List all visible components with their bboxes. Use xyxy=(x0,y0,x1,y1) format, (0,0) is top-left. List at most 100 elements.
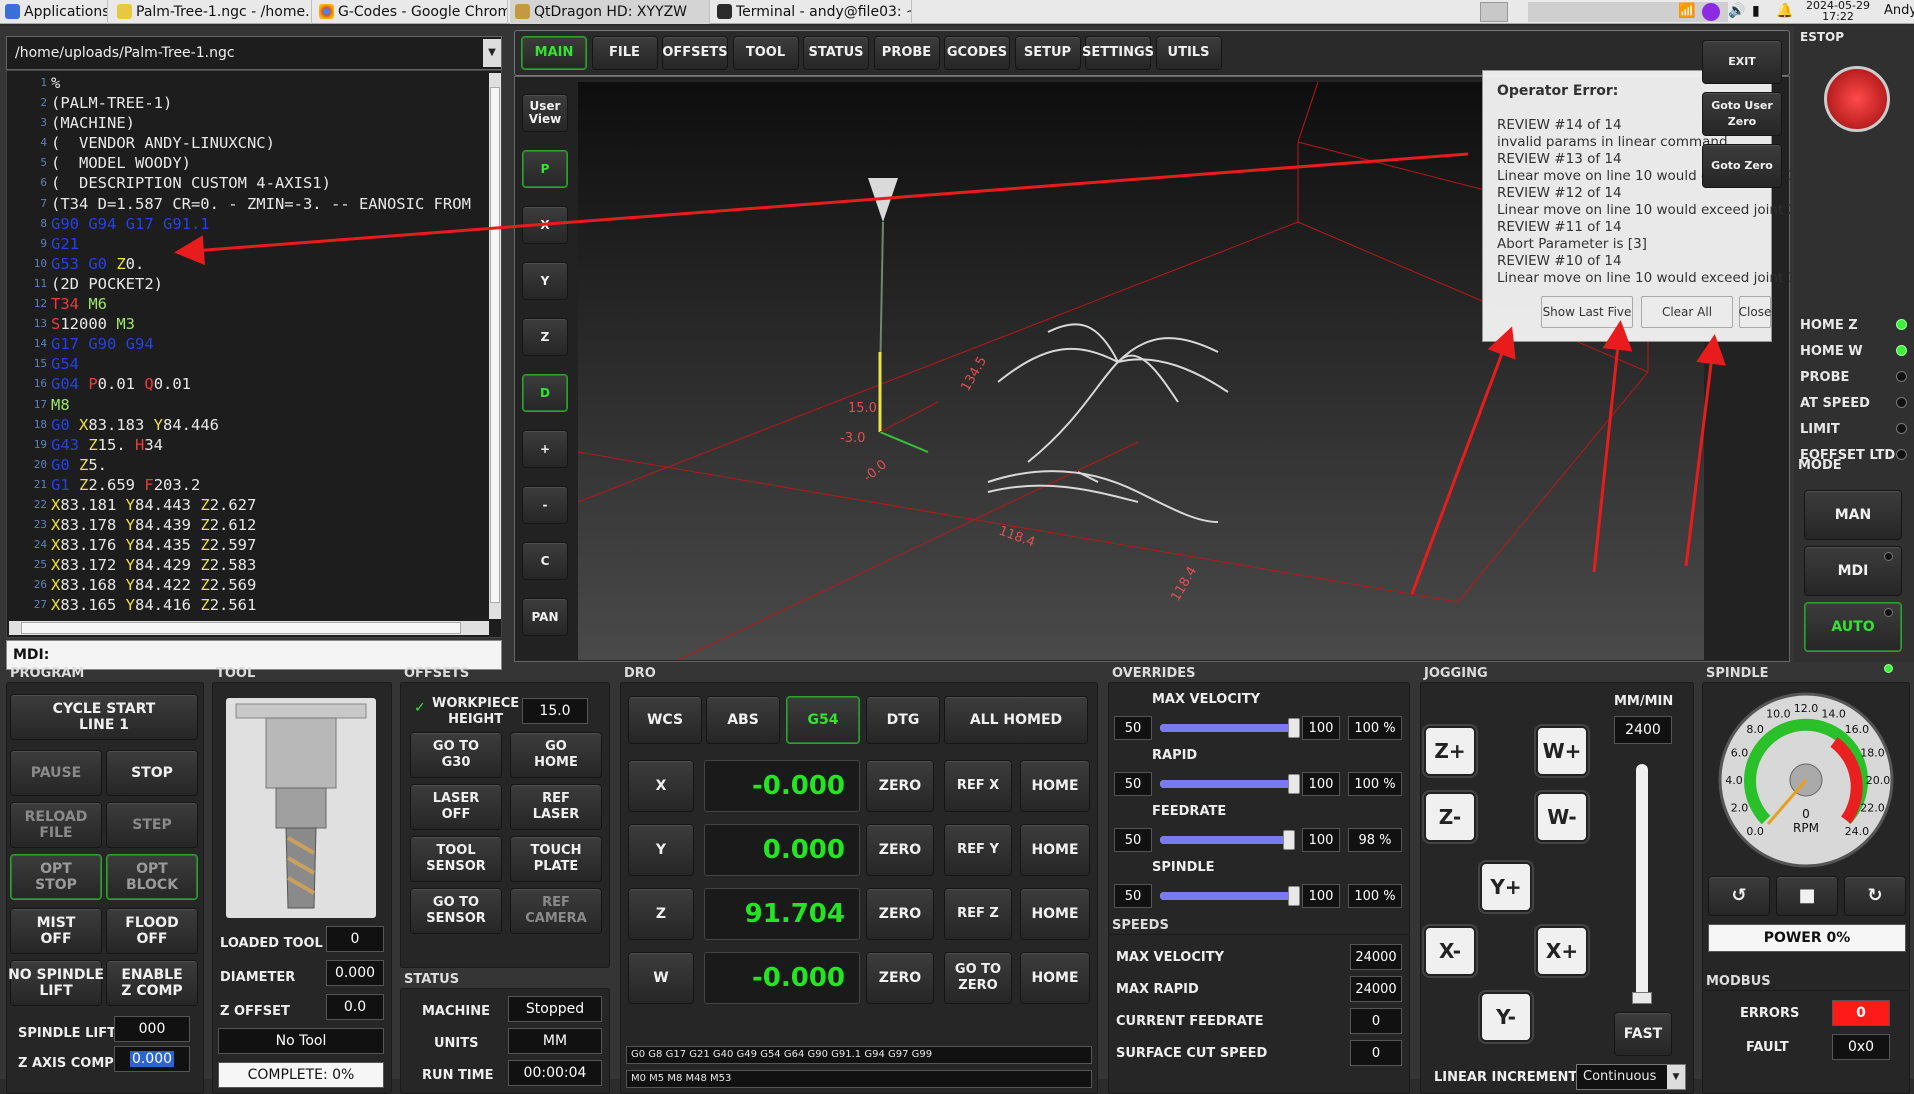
gcode-line[interactable]: 21 G1 Z2.659 F203.2 xyxy=(9,475,487,495)
taskbar-window-editor[interactable]: Palm-Tree-1.ngc - /home... xyxy=(112,0,312,24)
ref-w-button[interactable]: GO TO ZERO xyxy=(944,952,1012,1004)
gcode-editor[interactable]: 1% 2 (PALM-TREE-1) 3 (MACHINE) 4 ( VENDOR ANDY… xyxy=(9,73,487,617)
tab-setup[interactable]: SETUP xyxy=(1014,36,1081,70)
gcode-line[interactable]: 11 (2D POCKET2) xyxy=(9,274,487,294)
opt-block-button[interactable]: OPT BLOCK xyxy=(106,854,198,900)
workpiece-height-field[interactable]: 15.0 xyxy=(522,698,588,724)
spindle-stop-button[interactable]: ■ xyxy=(1776,876,1838,916)
taskbar-window-qtdragon[interactable]: QtDragon HD: XYYZW xyxy=(510,0,710,24)
view-button-pan[interactable]: PAN xyxy=(522,598,568,636)
jog-rate-field[interactable]: 2400 xyxy=(1614,716,1672,744)
dro-axis-z-button[interactable]: Z xyxy=(628,888,694,940)
tab-main[interactable]: MAIN xyxy=(521,36,587,70)
override-slider[interactable] xyxy=(1160,830,1295,850)
gcode-line[interactable]: 27 X83.165 Y84.416 Z2.561 xyxy=(9,595,487,615)
z-axis-comp-field[interactable]: 0.000 xyxy=(114,1046,190,1072)
enable-z-comp-button[interactable]: ENABLE Z COMP xyxy=(106,960,198,1006)
view-button-p[interactable]: P xyxy=(522,150,568,188)
user-name[interactable]: Andy xyxy=(1884,3,1914,18)
workspace-pager[interactable] xyxy=(1528,2,1728,22)
ref-x-button[interactable]: REF X xyxy=(944,760,1012,812)
battery-icon[interactable]: ▮ xyxy=(1752,3,1760,19)
view-button-y[interactable]: Y xyxy=(522,262,568,300)
jog-x-plus-button[interactable]: X+ xyxy=(1536,926,1588,976)
gcode-line[interactable]: 18 G0 X83.183 Y84.446 xyxy=(9,415,487,435)
view-button-x[interactable]: X xyxy=(522,206,568,244)
jog-z-minus-button[interactable]: Z- xyxy=(1424,792,1476,842)
gcode-line[interactable]: 13 S12000 M3 xyxy=(9,314,487,334)
dro-header-wcs[interactable]: WCS xyxy=(628,696,702,744)
gcode-line[interactable]: 1% xyxy=(9,73,487,93)
notification-icon[interactable]: 🔔 xyxy=(1776,3,1793,19)
dro-axis-x-button[interactable]: X xyxy=(628,760,694,812)
gcode-line[interactable]: 15 G54 xyxy=(9,354,487,374)
gcode-line[interactable]: 24 X83.176 Y84.435 Z2.597 xyxy=(9,535,487,555)
linear-increment-select[interactable]: Continuous ▼ xyxy=(1576,1064,1686,1090)
estop-button[interactable] xyxy=(1824,66,1890,132)
tab-gcodes[interactable]: GCODES xyxy=(944,36,1010,70)
step-button[interactable]: STEP xyxy=(106,802,198,848)
gcode-line[interactable]: 25 X83.172 Y84.429 Z2.583 xyxy=(9,555,487,575)
jog-y-minus-button[interactable]: Y- xyxy=(1480,992,1532,1042)
jog-z-plus-button[interactable]: Z+ xyxy=(1424,726,1476,776)
gcode-line[interactable]: 9 G21 xyxy=(9,234,487,254)
offset-button-3[interactable]: REF LASER xyxy=(510,784,602,830)
zero-y-button[interactable]: ZERO xyxy=(866,824,934,876)
view-button-plus[interactable]: + xyxy=(522,430,568,468)
show-last-five-button[interactable]: Show Last Five xyxy=(1541,296,1633,328)
gcode-line[interactable]: 4 ( VENDOR ANDY-LINUXCNC) xyxy=(9,133,487,153)
exit-button[interactable]: EXIT xyxy=(1702,40,1782,84)
mist-button[interactable]: MIST OFF xyxy=(10,908,102,954)
gcode-line[interactable]: 22 X83.181 Y84.443 Z2.627 xyxy=(9,495,487,515)
cycle-start-button[interactable]: CYCLE START LINE 1 xyxy=(10,694,198,740)
gcode-line[interactable]: 20 G0 Z5. xyxy=(9,455,487,475)
gcode-line[interactable]: 5 ( MODEL WOODY) xyxy=(9,153,487,173)
clock[interactable]: 2024-05-29 17:22 xyxy=(1806,0,1870,22)
offset-button-6[interactable]: GO TO SENSOR xyxy=(410,888,502,934)
offset-button-2[interactable]: LASER OFF xyxy=(410,784,502,830)
override-slider[interactable] xyxy=(1160,718,1300,738)
home-w-button[interactable]: HOME xyxy=(1020,952,1090,1004)
view-button-c[interactable]: C xyxy=(522,542,568,580)
firefox-icon[interactable] xyxy=(1702,3,1720,21)
home-z-button[interactable]: HOME xyxy=(1020,888,1090,940)
override-slider[interactable] xyxy=(1160,886,1300,906)
override-slider[interactable] xyxy=(1160,774,1300,794)
goto-user-zero-button[interactable]: Goto User Zero xyxy=(1702,92,1782,136)
editor-hscrollbar[interactable] xyxy=(9,621,489,635)
opt-stop-button[interactable]: OPT STOP xyxy=(10,854,102,900)
gcode-line[interactable]: 14 G17 G90 G94 xyxy=(9,334,487,354)
offset-button-0[interactable]: GO TO G30 xyxy=(410,732,502,778)
goto-zero-button[interactable]: Goto Zero xyxy=(1702,144,1782,188)
zero-x-button[interactable]: ZERO xyxy=(866,760,934,812)
tab-tool[interactable]: TOOL xyxy=(732,36,799,70)
pause-button[interactable]: PAUSE xyxy=(10,750,102,796)
dro-header-dtg[interactable]: DTG xyxy=(866,696,940,744)
gcode-line[interactable]: 8 G90 G94 G17 G91.1 xyxy=(9,214,487,234)
volume-icon[interactable]: 🔊 xyxy=(1728,3,1745,19)
gcode-line[interactable]: 17 M8 xyxy=(9,395,487,415)
network-icon[interactable]: 📶 xyxy=(1678,3,1695,19)
view-button-userminusview[interactable]: User View xyxy=(522,94,568,132)
tab-utils[interactable]: UTILS xyxy=(1155,36,1222,70)
mode-man-button[interactable]: MAN xyxy=(1804,490,1902,540)
zero-w-button[interactable]: ZERO xyxy=(866,952,934,1004)
taskbar-window-terminal[interactable]: Terminal - andy@file03: ~ xyxy=(712,0,912,24)
tab-settings[interactable]: SETTINGS xyxy=(1082,36,1154,70)
home-y-button[interactable]: HOME xyxy=(1020,824,1090,876)
tab-status[interactable]: STATUS xyxy=(803,36,869,70)
stop-button[interactable]: STOP xyxy=(106,750,198,796)
jog-w-minus-button[interactable]: W- xyxy=(1536,792,1588,842)
no-spindle-lift-button[interactable]: NO SPINDLE LIFT xyxy=(8,960,104,1006)
applications-menu[interactable]: Applications xyxy=(0,0,108,24)
gcode-line[interactable]: 10 G53 G0 Z0. xyxy=(9,254,487,274)
view-button-z[interactable]: Z xyxy=(522,318,568,356)
close-button[interactable]: Close xyxy=(1739,296,1771,328)
dro-axis-w-button[interactable]: W xyxy=(628,952,694,1004)
zero-z-button[interactable]: ZERO xyxy=(866,888,934,940)
view-button-minus[interactable]: - xyxy=(522,486,568,524)
gcode-line[interactable]: 19 G43 Z15. H34 xyxy=(9,435,487,455)
file-path-box[interactable]: /home/uploads/Palm-Tree-1.ngc ▼ xyxy=(6,36,502,70)
editor-vscrollbar[interactable] xyxy=(489,73,501,619)
reload-file-button[interactable]: RELOAD FILE xyxy=(10,802,102,848)
